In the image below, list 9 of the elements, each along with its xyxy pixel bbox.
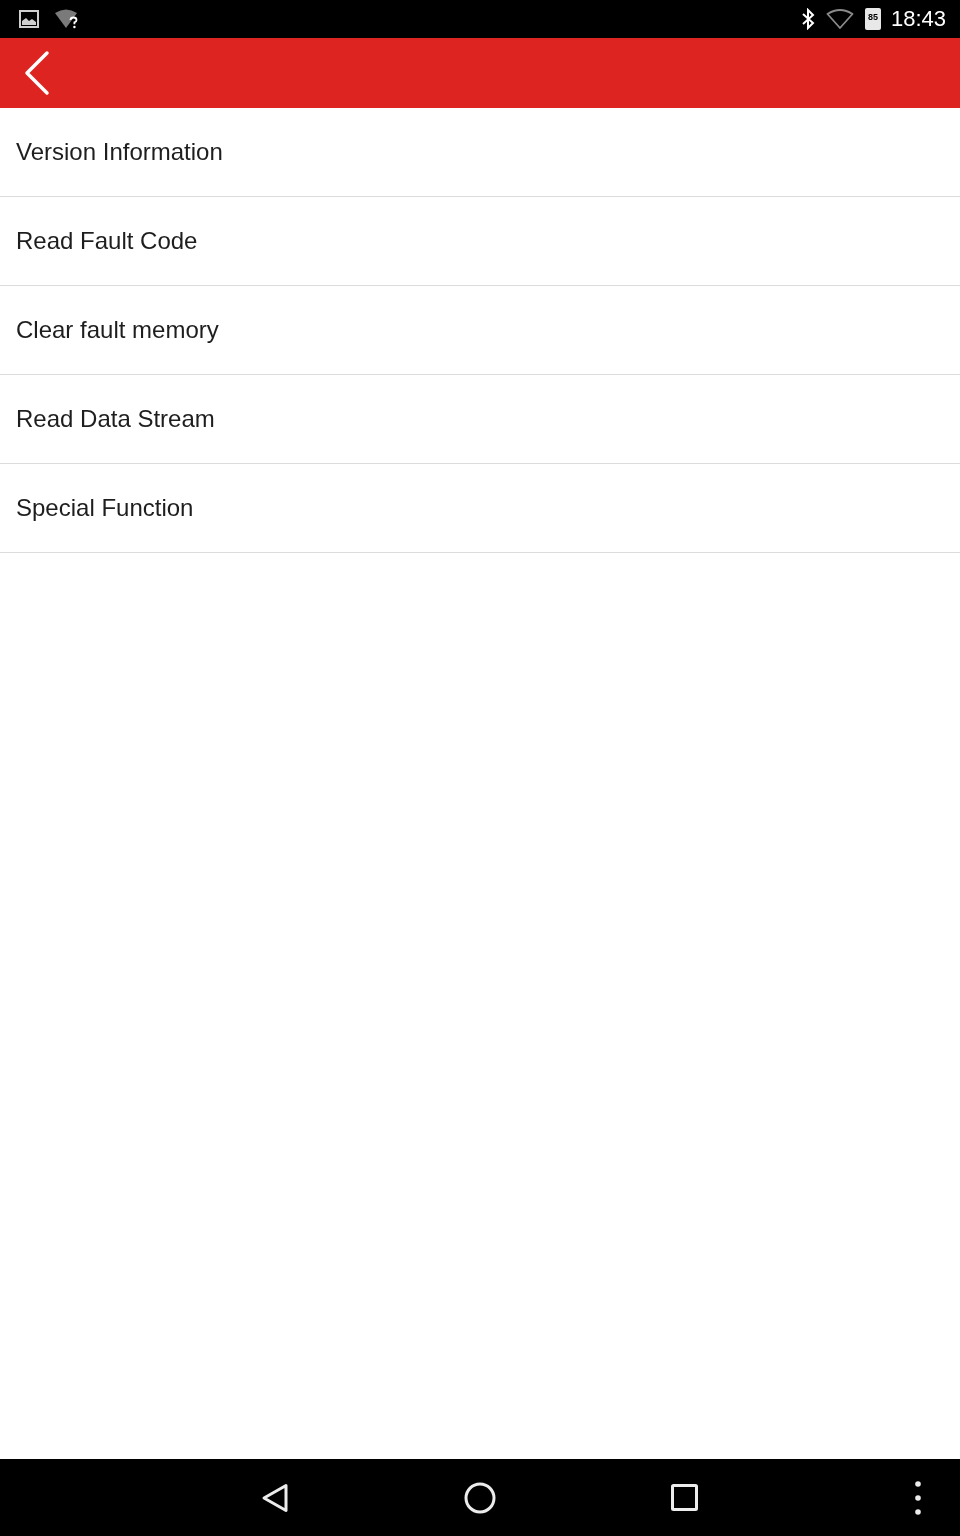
battery-indicator: 85: [864, 8, 881, 30]
square-icon: [670, 1484, 698, 1511]
clock-time: 18:43: [890, 8, 946, 30]
back-triangle-icon: [261, 1482, 289, 1513]
home-circle-icon: [464, 1481, 496, 1514]
wifi-signal-icon: [825, 9, 854, 29]
more-dots-icon: [915, 1480, 921, 1515]
bluetooth-icon: [800, 8, 815, 30]
image-icon: [19, 10, 39, 28]
